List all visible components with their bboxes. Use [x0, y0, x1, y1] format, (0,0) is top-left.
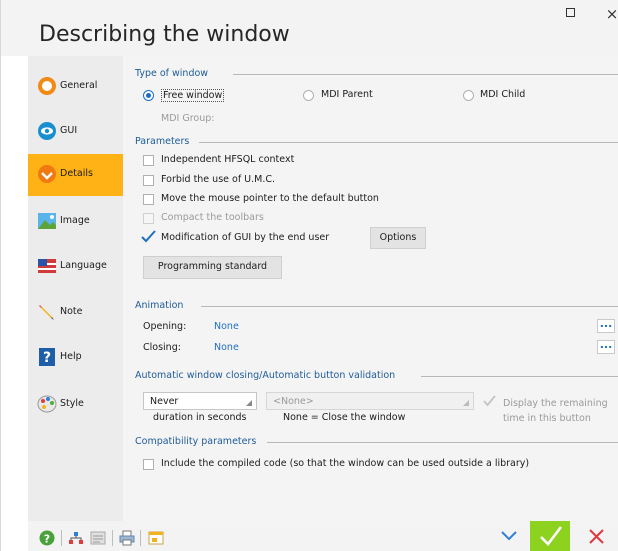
target-caption: None = Close the window — [283, 412, 406, 423]
checkbox-independent-hfsql[interactable] — [143, 155, 154, 166]
checkbox-move-mouse-pointer[interactable] — [143, 194, 154, 205]
sidebar-item-style[interactable]: Style — [28, 384, 123, 426]
footer-bar: ? — [28, 521, 618, 551]
checkbox-independent-hfsql-label[interactable]: Independent HFSQL context — [161, 154, 294, 165]
help-icon[interactable]: ? — [39, 530, 55, 546]
language-icon — [38, 259, 56, 273]
structure-icon[interactable] — [68, 530, 84, 546]
type-of-window-heading: Type of window — [135, 68, 209, 79]
duration-value: Never — [150, 396, 179, 407]
radio-free-window-label[interactable]: Free window — [161, 89, 225, 102]
checkbox-move-mouse-pointer-label[interactable]: Move the mouse pointer to the default bu… — [161, 193, 379, 204]
window-title: Describing the window — [39, 22, 290, 47]
opening-more-button[interactable]: ... — [597, 318, 615, 333]
sidebar-item-label: Image — [60, 215, 90, 226]
checkbox-compact-toolbars[interactable] — [143, 213, 154, 224]
radio-mdi-child[interactable] — [463, 90, 474, 101]
sidebar-item-help[interactable]: ? Help — [28, 337, 123, 379]
closing-more-button[interactable]: ... — [597, 339, 615, 354]
parameters-heading: Parameters — [135, 136, 190, 147]
opening-label: Opening: — [143, 321, 187, 332]
checkbox-compact-toolbars-label: Compact the toolbars — [161, 212, 264, 223]
details-panel: Type of window Free window MDI Parent MD… — [123, 56, 618, 521]
radio-mdi-child-label[interactable]: MDI Child — [480, 89, 525, 100]
duration-caption: duration in seconds — [153, 412, 247, 423]
divider — [233, 74, 618, 75]
close-window-button[interactable]: × — [601, 6, 618, 22]
target-placeholder: <None> — [273, 396, 314, 407]
sidebar-item-label: Note — [60, 306, 83, 317]
palette-icon — [37, 395, 57, 413]
radio-mdi-parent-label[interactable]: MDI Parent — [321, 89, 373, 100]
closing-label: Closing: — [143, 342, 181, 353]
sidebar-item-label: GUI — [60, 125, 78, 136]
sidebar-item-gui[interactable]: GUI — [28, 111, 123, 153]
mdi-group-label: MDI Group: — [161, 113, 215, 124]
checkbox-forbid-umc[interactable] — [143, 175, 154, 186]
closing-value[interactable]: None — [214, 342, 239, 353]
cancel-button[interactable] — [574, 521, 618, 551]
sidebar-item-language[interactable]: Language — [28, 246, 123, 288]
programming-standard-button[interactable]: Programming standard — [143, 256, 282, 279]
check-icon — [540, 526, 563, 546]
check-mark-icon[interactable] — [483, 395, 496, 407]
divider — [267, 442, 618, 443]
maximize-button[interactable] — [559, 6, 581, 22]
options-button[interactable]: Options — [370, 227, 426, 249]
sidebar-item-note[interactable]: Note — [28, 292, 123, 334]
divider — [201, 306, 618, 307]
window-icon[interactable] — [148, 530, 164, 546]
sidebar-item-general[interactable]: General — [28, 66, 123, 108]
divider — [112, 530, 113, 546]
sidebar-item-details[interactable]: Details — [28, 154, 131, 196]
target-button-combo[interactable]: <None> — [266, 392, 474, 410]
svg-text:?: ? — [43, 350, 51, 366]
opening-value[interactable]: None — [214, 321, 239, 332]
divider — [199, 142, 618, 143]
svg-text:?: ? — [44, 533, 50, 546]
radio-free-window[interactable] — [143, 90, 154, 101]
sidebar-item-label: Details — [60, 168, 93, 179]
print-icon[interactable] — [119, 530, 135, 546]
image-icon — [38, 213, 56, 229]
animation-heading: Animation — [135, 300, 184, 311]
radio-mdi-parent[interactable] — [303, 90, 314, 101]
sidebar-item-label: Style — [60, 398, 84, 409]
auto-close-heading: Automatic window closing/Automatic butto… — [135, 370, 396, 381]
sidebar-item-image[interactable]: Image — [28, 201, 123, 243]
checkbox-include-compiled-label[interactable]: Include the compiled code (so that the w… — [161, 458, 529, 469]
list-icon[interactable] — [90, 530, 106, 546]
eye-icon — [38, 122, 56, 140]
compatibility-heading: Compatibility parameters — [135, 436, 257, 447]
title-bar: Describing the window × — [1, 0, 618, 56]
help-icon: ? — [39, 348, 55, 366]
divider — [421, 376, 618, 377]
display-remaining-label-1: Display the remaining — [503, 398, 608, 409]
checkbox-forbid-umc-label[interactable]: Forbid the use of U.M.C. — [161, 174, 275, 185]
pencil-icon — [39, 305, 54, 320]
more-options-button[interactable] — [490, 521, 528, 551]
dropdown-arrow-icon — [246, 400, 252, 406]
dialog-window: Describing the window × General GUI Deta… — [0, 0, 618, 551]
dropdown-arrow-icon — [463, 400, 469, 406]
divider — [61, 530, 62, 546]
sidebar-item-label: Help — [60, 351, 82, 362]
sidebar-item-label: Language — [60, 260, 107, 271]
divider — [140, 530, 141, 546]
display-remaining-label-2: time in this button — [503, 413, 591, 424]
details-icon — [38, 165, 56, 183]
sidebar: General GUI Details Image Language Note … — [28, 56, 131, 521]
maximize-icon — [565, 8, 575, 17]
checkbox-include-compiled[interactable] — [143, 459, 154, 470]
general-icon — [38, 77, 56, 95]
check-mark-icon[interactable] — [141, 230, 156, 244]
chevron-down-icon — [501, 531, 517, 541]
sidebar-item-label: General — [60, 80, 98, 91]
checkbox-modification-gui-label[interactable]: Modification of GUI by the end user — [161, 232, 329, 243]
duration-combo[interactable]: Never — [143, 392, 257, 410]
close-icon — [589, 529, 604, 544]
ok-button[interactable] — [530, 521, 570, 551]
